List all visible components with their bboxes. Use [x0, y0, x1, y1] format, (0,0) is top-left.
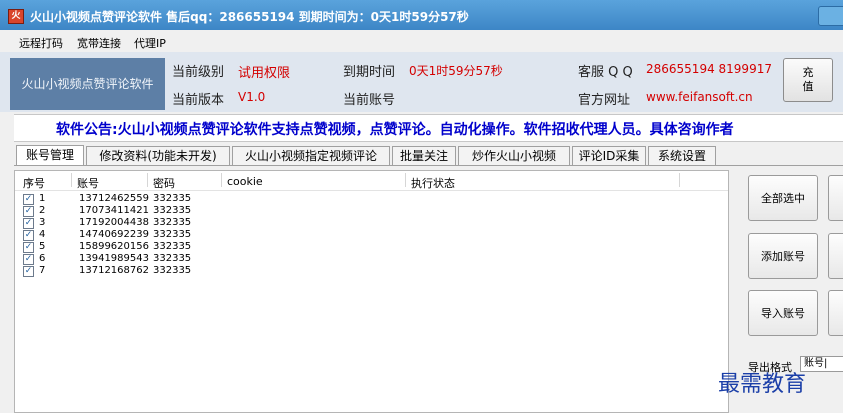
account-table[interactable]: 序号 账号 密码 cookie 执行状态 ✓ 1 13712462559 332…	[14, 170, 729, 413]
row-checkbox[interactable]: ✓	[23, 206, 34, 217]
tab-settings[interactable]: 系统设置	[648, 146, 716, 165]
col-account[interactable]: 账号	[77, 175, 99, 191]
row-index: 7	[39, 265, 46, 276]
row-password: 332335	[153, 253, 192, 264]
row-account: 13712168762	[79, 265, 149, 276]
select-all-button[interactable]: 全部选中	[748, 175, 818, 221]
row-password: 332335	[153, 229, 192, 240]
row-index: 6	[39, 253, 46, 264]
import-account-button[interactable]: 导入账号	[748, 290, 818, 336]
row-password: 332335	[153, 193, 192, 204]
watermark-text: 最需教育	[718, 372, 807, 397]
row-account: 13941989543	[79, 253, 149, 264]
service-qq-label: 客服 Q Q	[578, 65, 633, 80]
col-separator	[71, 173, 72, 187]
row-password: 332335	[153, 241, 192, 252]
menu-remote-captcha[interactable]: 远程打码	[19, 35, 63, 51]
row-index: 3	[39, 217, 46, 228]
row-password: 332335	[153, 205, 192, 216]
recharge-button[interactable]: 充值	[783, 58, 833, 102]
table-row[interactable]: ✓ 1 13712462559 332335	[15, 193, 728, 205]
table-row[interactable]: ✓ 6 13941989543 332335	[15, 253, 728, 265]
tab-account-manage[interactable]: 账号管理	[16, 145, 84, 166]
col-separator	[221, 173, 222, 187]
add-account-button[interactable]: 添加账号	[748, 233, 818, 279]
row-checkbox[interactable]: ✓	[23, 230, 34, 241]
account-label: 当前账号	[343, 93, 396, 108]
export-format-select[interactable]: 账号|	[800, 356, 843, 372]
table-row[interactable]: ✓ 5 15899620156 332335	[15, 241, 728, 253]
row-account: 13712462559	[79, 193, 149, 204]
menu-bar: 远程打码 宽带连接 代理IP	[0, 30, 843, 52]
row-index: 1	[39, 193, 46, 204]
notice-text: 软件公告:火山小视频点赞评论软件支持点赞视频，点赞评论。自动化操作。软件招收代理…	[56, 122, 734, 138]
info-header: 火山小视频点赞评论软件 当前级别 试用权限 到期时间 0天1时59分57秒 客服…	[0, 52, 843, 112]
col-index[interactable]: 序号	[23, 175, 45, 191]
row-checkbox[interactable]: ✓	[23, 194, 34, 205]
tab-batch-follow[interactable]: 批量关注	[392, 146, 456, 165]
side-button-cutoff[interactable]	[828, 233, 843, 279]
level-value: 试用权限	[238, 66, 291, 81]
row-account: 15899620156	[79, 241, 149, 252]
title-bar[interactable]: 火 火山小视频点赞评论软件 售后qq：286655194 到期时间为：0天1时5…	[0, 0, 843, 30]
expire-value: 0天1时59分57秒	[409, 64, 503, 78]
table-row[interactable]: ✓ 3 17192004438 332335	[15, 217, 728, 229]
tab-comment-id[interactable]: 评论ID采集	[572, 146, 646, 165]
main-window: 火 火山小视频点赞评论软件 售后qq：286655194 到期时间为：0天1时5…	[0, 0, 843, 413]
row-checkbox[interactable]: ✓	[23, 254, 34, 265]
table-row[interactable]: ✓ 4 14740692239 332335	[15, 229, 728, 241]
expire-label: 到期时间	[343, 65, 396, 80]
version-label: 当前版本	[172, 93, 225, 108]
row-checkbox[interactable]: ✓	[23, 242, 34, 253]
app-icon: 火	[8, 9, 24, 24]
service-qq-value: 286655194 8199917	[646, 62, 772, 76]
row-account: 17073411421	[79, 205, 149, 216]
side-button-cutoff[interactable]	[828, 175, 843, 221]
window-title: 火山小视频点赞评论软件 售后qq：286655194 到期时间为：0天1时59分…	[30, 10, 469, 24]
row-index: 5	[39, 241, 46, 252]
table-row[interactable]: ✓ 7 13712168762 332335	[15, 265, 728, 277]
row-password: 332335	[153, 265, 192, 276]
row-index: 4	[39, 229, 46, 240]
col-password[interactable]: 密码	[153, 175, 175, 191]
row-account: 17192004438	[79, 217, 149, 228]
col-separator	[147, 173, 148, 187]
header-divider	[15, 190, 728, 191]
col-separator	[679, 173, 680, 187]
table-row[interactable]: ✓ 2 17073411421 332335	[15, 205, 728, 217]
brand-logo: 火山小视频点赞评论软件	[10, 58, 165, 110]
col-separator	[405, 173, 406, 187]
menu-broadband[interactable]: 宽带连接	[77, 35, 121, 51]
side-button-cutoff[interactable]	[828, 290, 843, 336]
tab-edit-profile[interactable]: 修改资料(功能未开发)	[86, 146, 230, 165]
col-status[interactable]: 执行状态	[411, 175, 455, 191]
tab-divider	[14, 165, 843, 166]
row-account: 14740692239	[79, 229, 149, 240]
row-index: 2	[39, 205, 46, 216]
tab-promote-video[interactable]: 炒作火山小视频	[458, 146, 570, 165]
tab-bar: 账号管理 修改资料(功能未开发) 火山小视频指定视频评论 批量关注 炒作火山小视…	[14, 145, 843, 166]
level-label: 当前级别	[172, 65, 225, 80]
site-value[interactable]: www.feifansoft.cn	[646, 90, 753, 104]
row-password: 332335	[153, 217, 192, 228]
version-value: V1.0	[238, 90, 266, 104]
row-checkbox[interactable]: ✓	[23, 266, 34, 277]
tab-video-comment[interactable]: 火山小视频指定视频评论	[232, 146, 390, 165]
site-label: 官方网址	[578, 93, 631, 108]
col-cookie[interactable]: cookie	[227, 175, 263, 188]
menu-proxy-ip[interactable]: 代理IP	[134, 35, 166, 51]
minimize-button[interactable]	[818, 6, 843, 26]
row-checkbox[interactable]: ✓	[23, 218, 34, 229]
notice-bar: 软件公告:火山小视频点赞评论软件支持点赞视频，点赞评论。自动化操作。软件招收代理…	[14, 114, 843, 142]
